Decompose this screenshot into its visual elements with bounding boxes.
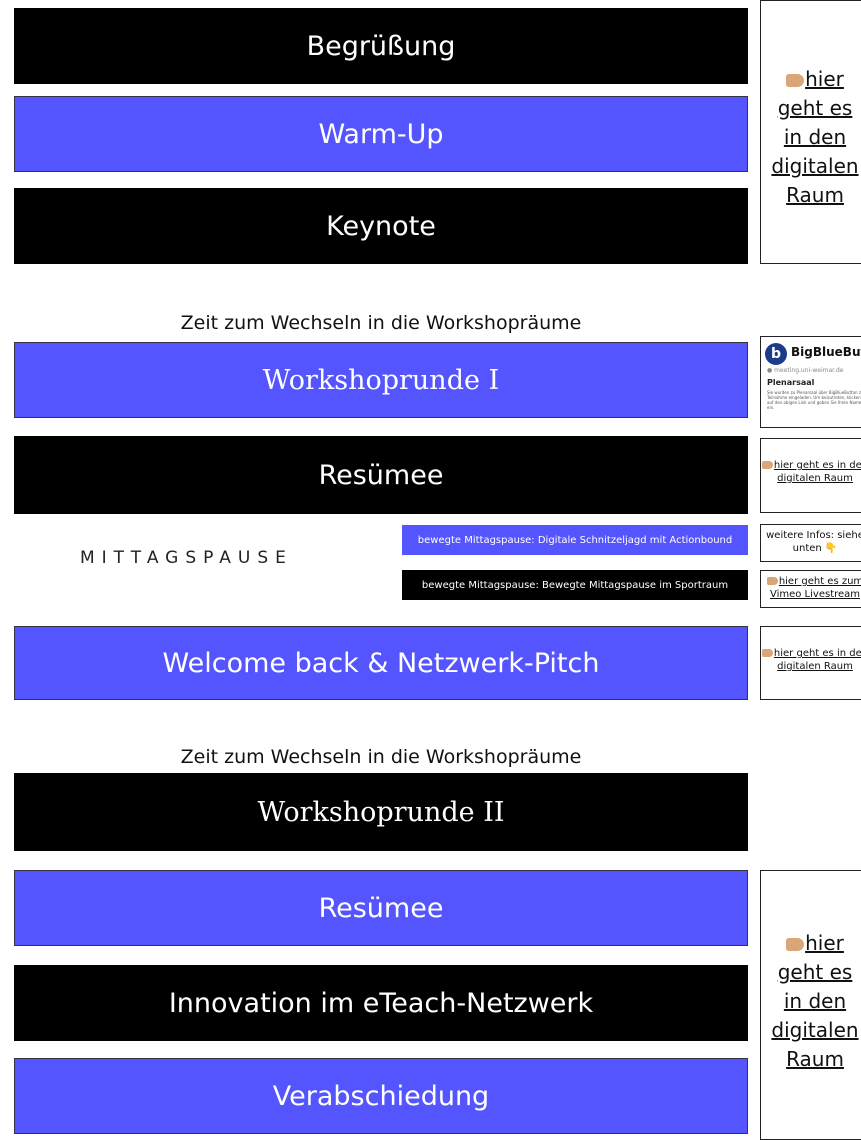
vimeo-livestream-link-text[interactable]: hier geht es zum Vimeo Livestream	[761, 571, 861, 601]
agenda-resumee-2: Resümee	[14, 870, 748, 946]
agenda-farewell: Verabschiedung	[14, 1058, 748, 1134]
agenda-resumee-1-label: Resümee	[318, 459, 444, 491]
agenda-welcome-back: Welcome back & Netzwerk-Pitch	[14, 626, 748, 700]
pointing-hand-icon	[786, 74, 805, 87]
agenda-keynote-label: Keynote	[326, 210, 436, 242]
agenda-resumee-2-label: Resümee	[318, 892, 444, 924]
agenda-greeting: Begrüßung	[14, 8, 748, 84]
agenda-resumee-1: Resümee	[14, 436, 748, 514]
agenda-innovation-label: Innovation im eTeach-Netzwerk	[168, 987, 594, 1019]
welcome-room-link-text[interactable]: hier geht es in den digitalen Raum	[761, 627, 861, 673]
agenda-innovation: Innovation im eTeach-Netzwerk	[14, 965, 748, 1041]
bigbluebutton-card[interactable]: b BigBlueButton ● meeting.uni-weimar.de …	[760, 336, 861, 428]
agenda-workshop-1: Workshoprunde I	[14, 342, 748, 418]
switch-note-1: Zeit zum Wechseln in die Workshopräume	[180, 312, 582, 334]
welcome-room-link[interactable]: hier geht es in den digitalen Raum	[760, 626, 861, 700]
agenda-warmup: Warm-Up	[14, 96, 748, 172]
pointing-hand-icon	[786, 938, 805, 951]
lunch-option-sportraum[interactable]: bewegte Mittagspause: Bewegte Mittagspau…	[402, 570, 748, 600]
further-info-text: weitere Infos: siehe unten 👇	[766, 530, 861, 554]
agenda-workshop-2: Workshoprunde II	[14, 773, 748, 851]
bbb-domain: ● meeting.uni-weimar.de	[767, 367, 844, 374]
bbb-description: Sie wurden zu Plenarsaal über BigBlueBut…	[767, 390, 861, 410]
agenda-farewell-label: Verabschiedung	[272, 1080, 490, 1112]
bbb-room: Plenarsaal	[767, 378, 815, 387]
agenda-workshop-2-label: Workshoprunde II	[257, 796, 505, 828]
switch-note-2: Zeit zum Wechseln in die Workshopräume	[180, 746, 582, 768]
agenda-greeting-label: Begrüßung	[306, 30, 456, 62]
resumee-room-link[interactable]: hier geht es in den digitalen Raum	[760, 438, 861, 513]
agenda-workshop-1-label: Workshoprunde I	[262, 364, 500, 396]
further-info-box: weitere Infos: siehe unten 👇	[760, 524, 861, 562]
vimeo-livestream-link[interactable]: hier geht es zum Vimeo Livestream	[760, 570, 861, 608]
resumee-room-link-text[interactable]: hier geht es in den digitalen Raum	[761, 439, 861, 485]
lunch-option-actionbound[interactable]: bewegte Mittagspause: Digitale Schnitzel…	[402, 525, 748, 555]
pointing-hand-icon	[761, 649, 773, 657]
agenda-welcome-back-label: Welcome back & Netzwerk-Pitch	[162, 647, 600, 679]
lunch-break-label: MITTAGSPAUSE	[80, 548, 293, 568]
agenda-keynote: Keynote	[14, 188, 748, 264]
pointing-hand-icon	[761, 461, 773, 469]
bigbluebutton-logo-icon: b	[765, 343, 787, 365]
bottom-room-link-text[interactable]: hier geht es in den digitalen Raum	[761, 929, 861, 1074]
pointing-hand-icon	[766, 577, 778, 585]
bottom-room-link[interactable]: hier geht es in den digitalen Raum	[760, 870, 861, 1140]
bbb-title: BigBlueButton	[791, 345, 861, 359]
top-room-link-text[interactable]: hier geht es in den digitalen Raum	[761, 65, 861, 210]
top-room-link[interactable]: hier geht es in den digitalen Raum	[760, 0, 861, 264]
agenda-warmup-label: Warm-Up	[318, 118, 444, 150]
